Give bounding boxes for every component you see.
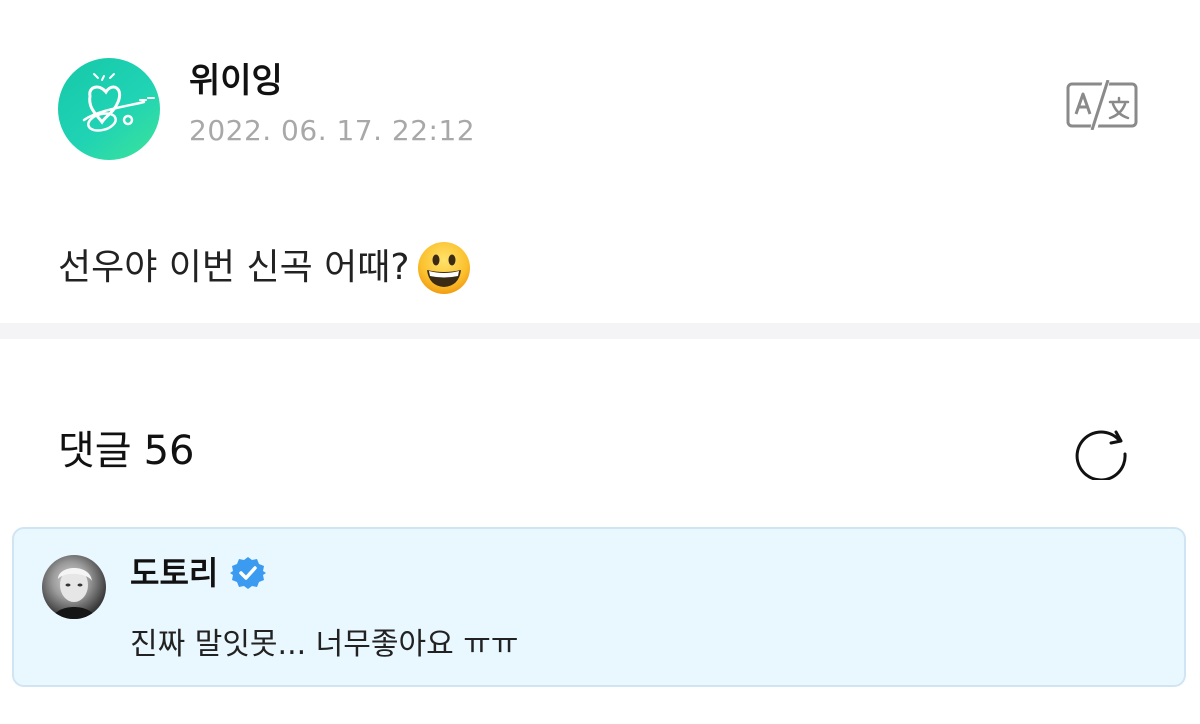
post-body: 선우야 이번 신곡 어때?: [58, 240, 472, 296]
translate-icon: [1066, 79, 1138, 131]
post-author-name[interactable]: 위이잉: [189, 58, 283, 104]
comment-text: 진짜 말잇못... 너무좋아요 ㅠㅠ: [130, 627, 519, 662]
section-divider: [0, 323, 1200, 339]
comments-count: 56: [143, 428, 195, 474]
user-photo-icon: [52, 568, 96, 619]
verified-badge-icon: [230, 557, 267, 589]
heart-doodle-icon: [82, 73, 155, 132]
comments-label: 댓글: [58, 428, 132, 474]
comment-author-name: 도토리: [130, 554, 219, 592]
refresh-icon: [1075, 430, 1127, 482]
author-avatar[interactable]: [58, 58, 160, 160]
post-timestamp: 2022. 06. 17. 22:12: [189, 114, 476, 147]
comments-header: 댓글 56: [58, 424, 195, 478]
grinning-face-emoji-icon: [417, 242, 470, 294]
comment-author-avatar[interactable]: [42, 555, 106, 619]
comment-item[interactable]: 도토리 진짜 말잇못... 너무좋아요 ㅠㅠ: [12, 527, 1186, 687]
post-body-text: 선우야 이번 신곡 어때?: [58, 247, 410, 288]
post-page: 위이잉 2022. 06. 17. 22:12 선우야 이번 신곡 어때? 댓글…: [0, 0, 1200, 724]
refresh-button[interactable]: [1072, 424, 1132, 482]
comment-author[interactable]: 도토리: [130, 551, 267, 595]
translate-button[interactable]: [1064, 79, 1140, 131]
